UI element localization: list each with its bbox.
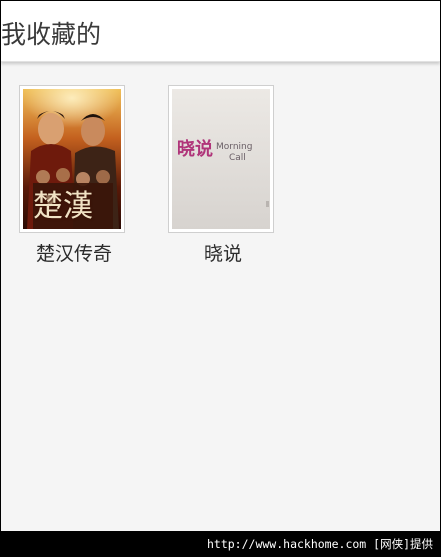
watermark-text: http://www.hackhome.com [网侠]提供 [206, 537, 433, 551]
poster-thumbnail[interactable]: 晓说 Morning Call [168, 85, 274, 233]
poster-thumbnail[interactable]: 楚漢 [19, 85, 125, 233]
poster-image: 楚漢 [23, 89, 121, 229]
poster-brand-logo: 晓说 [177, 139, 213, 160]
poster-image: 晓说 Morning Call [172, 89, 270, 229]
favorite-title[interactable]: 楚汉传奇 [9, 239, 139, 266]
app-header: 我收藏的 [1, 1, 440, 62]
app-screen: 我收藏的 楚漢 楚汉传奇 晓说 Morning Call 晓说 [1, 1, 440, 531]
poster-brand-subtitle: Morning Call [216, 142, 253, 163]
poster-title-art: 楚漢 [33, 189, 93, 224]
page-title: 我收藏的 [1, 20, 102, 49]
watermark-bar: http://www.hackhome.com [网侠]提供 [0, 531, 441, 557]
favorite-title[interactable]: 晓说 [158, 239, 288, 266]
